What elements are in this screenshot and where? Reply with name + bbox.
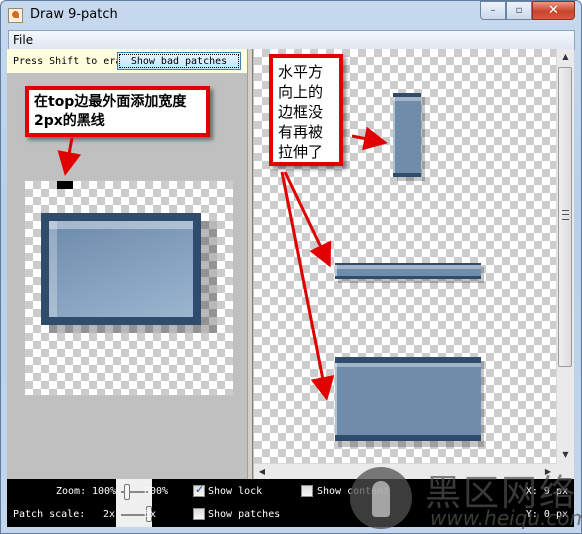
preview-horizontal (335, 263, 481, 279)
patch-scale-max-label: 6x (144, 509, 157, 520)
maximize-icon: ▫ (515, 5, 523, 16)
title-bar[interactable]: Draw 9-patch – ▫ ✕ (1, 1, 581, 30)
split-pane-divider[interactable] (247, 49, 253, 479)
editor-canvas[interactable] (25, 181, 233, 395)
zoom-slider-thumb[interactable] (123, 484, 130, 500)
y-coordinate-readout: Y: 0 px (525, 509, 568, 520)
left-annotation-callout: 在top边最外面添加宽度2px的黑线 (25, 86, 210, 137)
menu-bar: File (8, 30, 575, 50)
show-patches-label[interactable]: Show patches (208, 509, 280, 520)
show-content-label[interactable]: Show content (317, 486, 389, 497)
patch-scale-label: Patch scale: (13, 509, 86, 520)
zoom-min-label: 100% (92, 486, 117, 497)
scroll-left-icon[interactable]: ◀ (254, 464, 270, 480)
nine-patch-image (41, 213, 201, 325)
zoom-max-label: 800% (144, 486, 169, 497)
scroll-right-icon[interactable]: ▶ (540, 464, 556, 480)
zoom-label: Zoom: (56, 486, 87, 497)
show-patches-checkbox[interactable] (193, 508, 205, 520)
menu-file[interactable]: File (13, 33, 33, 47)
scroll-corner (556, 463, 574, 479)
patch-scale-min-label: 2x (103, 509, 116, 520)
image-fill (49, 221, 193, 317)
hint-message: Press Shift to erase pixels. (13, 56, 118, 67)
close-icon: ✕ (548, 3, 559, 18)
close-button[interactable]: ✕ (532, 1, 575, 20)
minimize-button[interactable]: – (480, 1, 506, 20)
right-annotation-callout: 水平方向上的边框没有再被拉伸了 (269, 54, 343, 166)
grip-icon (562, 210, 569, 220)
show-bad-patches-button[interactable]: Show bad patches (117, 52, 241, 70)
scroll-down-icon[interactable]: ▼ (557, 447, 574, 463)
show-lock-label[interactable]: Show lock (208, 486, 262, 497)
show-content-checkbox[interactable] (301, 485, 313, 497)
editor-toolbar: Press Shift to erase pixels. Show bad pa… (7, 49, 247, 73)
status-bar: Zoom: 100% 800% Patch scale: 2x 6x Show … (7, 479, 574, 527)
java-app-icon (8, 8, 23, 23)
minimize-icon: – (490, 5, 496, 16)
vertical-scroll-thumb[interactable] (558, 67, 572, 367)
maximize-button[interactable]: ▫ (506, 1, 532, 20)
window-title: Draw 9-patch (30, 7, 118, 22)
vertical-scrollbar[interactable]: ▲ ▼ (556, 49, 574, 463)
scroll-up-icon[interactable]: ▲ (557, 49, 574, 65)
preview-vertical (393, 93, 421, 177)
patch-marker-line (57, 181, 73, 189)
horizontal-scrollbar[interactable]: ◀ ▶ (254, 463, 556, 479)
preview-both (335, 357, 481, 441)
show-lock-checkbox[interactable] (193, 483, 205, 497)
x-coordinate-readout: X: 9 px (525, 486, 568, 497)
